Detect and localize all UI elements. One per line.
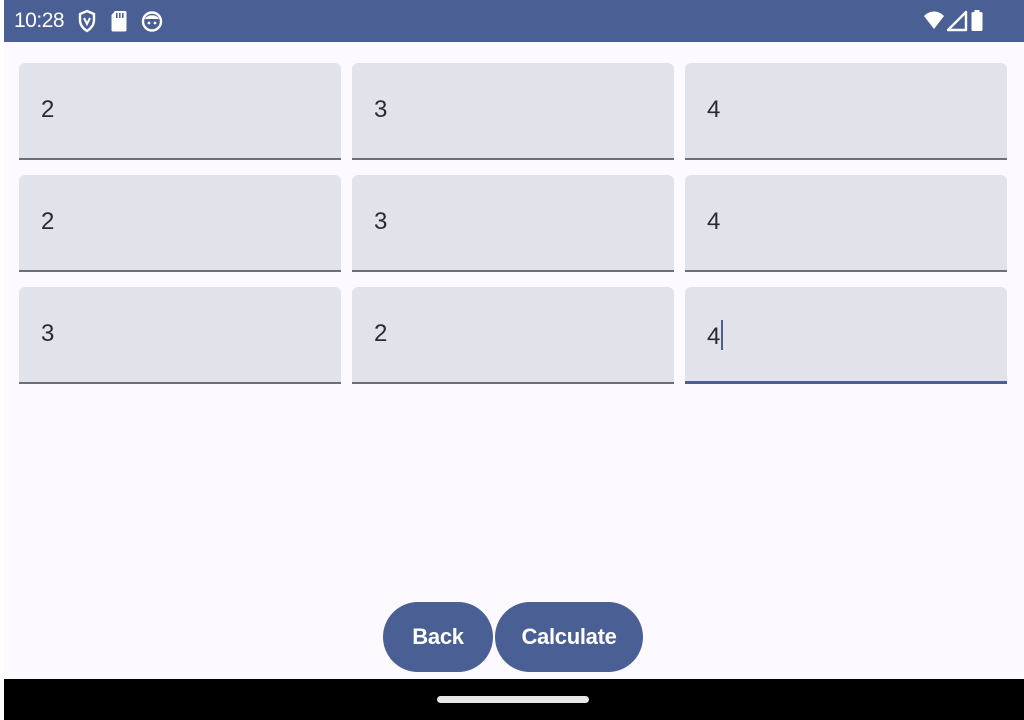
back-button[interactable]: Back (383, 602, 493, 672)
matrix-cell-value: 2 (41, 208, 54, 235)
matrix-cell-r1-c3[interactable]: 4 (685, 63, 1007, 160)
matrix-cell-value: 3 (41, 320, 54, 347)
text-cursor (720, 320, 723, 350)
matrix-cell-text: 4 (707, 323, 720, 350)
sd-card-icon (110, 9, 128, 38)
matrix-cell-value: 4 (707, 208, 720, 235)
matrix-cell-r2-c3[interactable]: 4 (685, 175, 1007, 272)
status-time: 10:28 (14, 9, 65, 32)
matrix-cell-value: 2 (41, 96, 54, 123)
matrix-cell-value: 3 (374, 96, 387, 123)
home-handle[interactable] (437, 696, 589, 703)
app-content: 10:28 2 3 4 2 3 4 3 2 4 Back Calculate (4, 0, 1024, 720)
matrix-cell-r3-c1[interactable]: 3 (19, 287, 341, 384)
calculate-button[interactable]: Calculate (495, 602, 643, 672)
matrix-cell-value: 2 (374, 320, 387, 347)
battery-icon (970, 9, 984, 38)
matrix-cell-r3-c2[interactable]: 2 (352, 287, 674, 384)
wifi-icon (923, 9, 945, 38)
matrix-cell-value: 4 (707, 96, 720, 123)
status-bar: 10:28 (4, 0, 1024, 42)
matrix-cell-r1-c1[interactable]: 2 (19, 63, 341, 160)
matrix-cell-r2-c2[interactable]: 3 (352, 175, 674, 272)
shield-icon (78, 9, 96, 38)
cell-signal-icon (946, 9, 968, 38)
matrix-cell-r1-c2[interactable]: 3 (352, 63, 674, 160)
matrix-cell-value-focused: 4 (707, 320, 723, 351)
matrix-cell-r3-c3[interactable]: 4 (685, 287, 1007, 384)
face-icon (140, 9, 164, 38)
matrix-cell-value: 3 (374, 208, 387, 235)
navigation-bar (4, 679, 1024, 720)
app-screen: 10:28 2 3 4 2 3 4 3 2 4 Back Calculate (0, 0, 1024, 720)
matrix-cell-r2-c1[interactable]: 2 (19, 175, 341, 272)
